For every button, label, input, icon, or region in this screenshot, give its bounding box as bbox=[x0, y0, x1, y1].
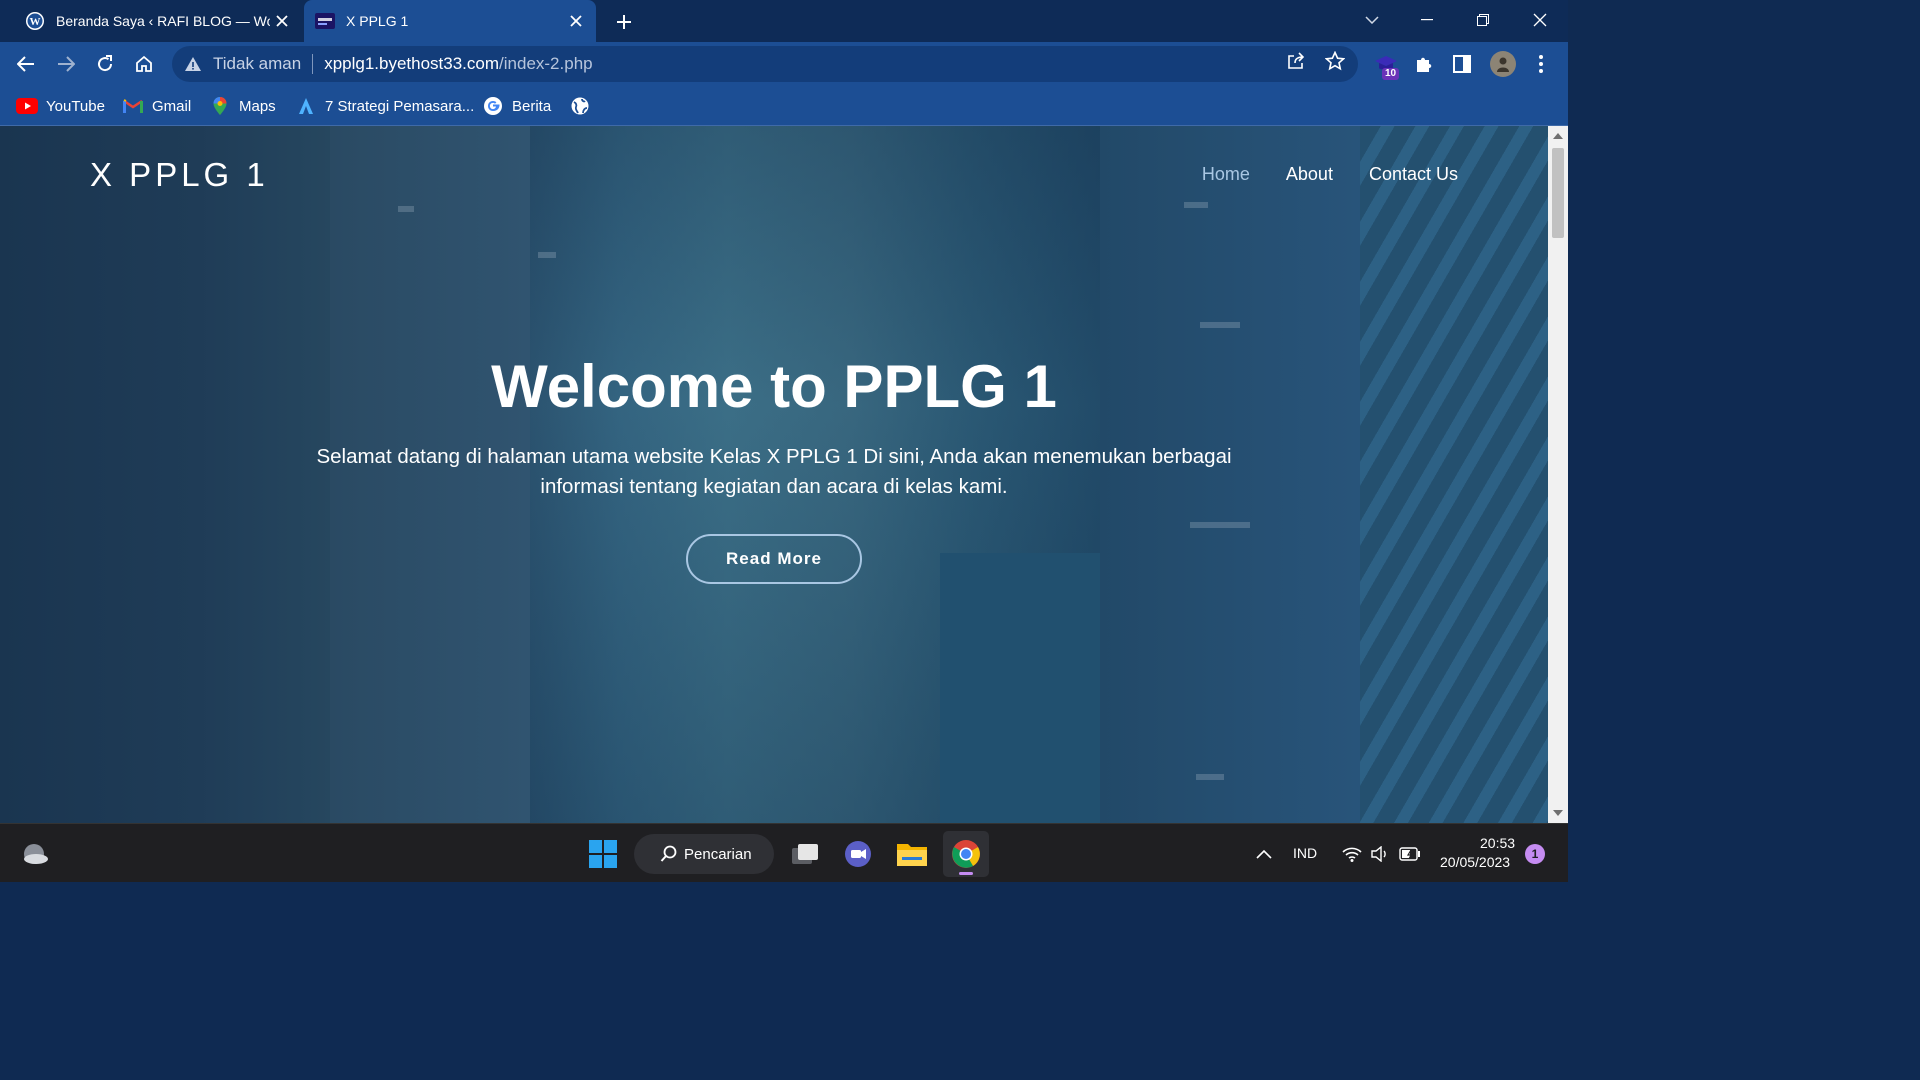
site-logo[interactable]: X PPLG 1 bbox=[90, 156, 269, 194]
window-light bbox=[538, 252, 556, 258]
bookmark-label: Gmail bbox=[152, 97, 192, 115]
search-icon bbox=[660, 845, 678, 863]
bookmarks-bar: YouTube Gmail Maps 7 Strategi Pemasara..… bbox=[0, 86, 1568, 126]
nav-about[interactable]: About bbox=[1286, 164, 1333, 185]
tab-strip: W Beranda Saya ‹ RAFI BLOG — WordPress X… bbox=[0, 0, 1568, 42]
start-icon[interactable] bbox=[580, 831, 626, 877]
tab-search-icon[interactable] bbox=[1350, 0, 1394, 40]
bookmark-label: Maps bbox=[239, 97, 276, 115]
weather-icon[interactable] bbox=[12, 831, 58, 877]
scroll-thumb[interactable] bbox=[1552, 148, 1564, 238]
warning-icon[interactable] bbox=[184, 56, 204, 72]
chrome-taskbar-icon[interactable] bbox=[943, 831, 989, 877]
active-indicator bbox=[959, 872, 973, 875]
globe-icon bbox=[569, 95, 591, 117]
bookmark-label: Berita bbox=[512, 97, 552, 115]
scroll-up-icon[interactable] bbox=[1553, 133, 1563, 139]
close-tab-icon[interactable] bbox=[270, 9, 294, 33]
building-left bbox=[0, 126, 330, 823]
file-explorer-icon[interactable] bbox=[889, 831, 935, 877]
read-more-button[interactable]: Read More bbox=[686, 534, 862, 584]
tab-x-pplg-1[interactable]: X PPLG 1 bbox=[304, 0, 596, 42]
profile-avatar[interactable] bbox=[1490, 51, 1516, 77]
extensions-puzzle-icon[interactable] bbox=[1408, 48, 1440, 80]
bookmark-label: YouTube bbox=[46, 97, 105, 115]
forward-icon[interactable] bbox=[50, 48, 82, 80]
back-icon[interactable] bbox=[10, 48, 42, 80]
svg-text:W: W bbox=[30, 16, 41, 28]
minimize-icon[interactable] bbox=[1405, 0, 1449, 40]
notification-badge[interactable]: 1 bbox=[1525, 844, 1545, 864]
reload-icon[interactable] bbox=[89, 48, 121, 80]
new-tab-icon[interactable] bbox=[610, 8, 638, 36]
building-right-low bbox=[940, 553, 1100, 823]
bookmark-label: 7 Strategi Pemasara... bbox=[325, 97, 475, 115]
window-light bbox=[1190, 522, 1250, 528]
security-label[interactable]: Tidak aman bbox=[213, 54, 301, 74]
side-panel-icon[interactable] bbox=[1446, 48, 1478, 80]
home-icon[interactable] bbox=[128, 48, 160, 80]
clock-date[interactable]: 20/05/2023 bbox=[1440, 854, 1510, 870]
teams-chat-icon[interactable] bbox=[835, 831, 881, 877]
tray-overflow-icon[interactable] bbox=[1241, 831, 1287, 877]
url-host: xpplg1.byethost33.com bbox=[324, 54, 500, 73]
close-tab-icon[interactable] bbox=[564, 9, 588, 33]
language-indicator[interactable]: IND bbox=[1293, 845, 1317, 861]
nav-home[interactable]: Home bbox=[1202, 164, 1250, 185]
window-light bbox=[1184, 202, 1208, 208]
google-icon bbox=[482, 95, 504, 117]
url-path: /index-2.php bbox=[499, 54, 593, 73]
bookmark-a-icon bbox=[295, 95, 317, 117]
hero-text: Selamat datang di halaman utama website … bbox=[316, 445, 1232, 498]
site-nav: Home About Contact Us bbox=[1202, 164, 1458, 185]
bookmark-berita[interactable]: Berita bbox=[482, 94, 551, 118]
building-right-glass bbox=[1360, 126, 1548, 823]
nav-contact-us[interactable]: Contact Us bbox=[1369, 164, 1458, 185]
task-view-icon[interactable] bbox=[782, 831, 828, 877]
bookmark-star-icon[interactable] bbox=[1324, 50, 1346, 72]
tab-title: X PPLG 1 bbox=[346, 13, 409, 29]
extension-badge: 10 bbox=[1382, 68, 1400, 80]
page-viewport: X PPLG 1 Home About Contact Us Welcome t… bbox=[0, 126, 1548, 823]
youtube-icon bbox=[16, 95, 38, 117]
search-label: Pencarian bbox=[684, 845, 752, 863]
taskbar-search[interactable]: Pencarian bbox=[634, 834, 774, 874]
hero-title: Welcome to PPLG 1 bbox=[491, 353, 1057, 420]
browser-toolbar: Tidak aman xpplg1.byethost33.com/index-2… bbox=[0, 42, 1568, 86]
bookmark-globe[interactable] bbox=[569, 94, 599, 118]
window-light bbox=[1200, 322, 1240, 328]
bookmark-gmail[interactable]: Gmail bbox=[122, 94, 191, 118]
bookmark-youtube[interactable]: YouTube bbox=[16, 94, 105, 118]
share-icon[interactable] bbox=[1285, 50, 1307, 72]
more-menu-icon[interactable] bbox=[1525, 48, 1557, 80]
omnibox-separator bbox=[312, 54, 314, 74]
restore-icon[interactable] bbox=[1461, 0, 1505, 40]
clock-time[interactable]: 20:53 bbox=[1480, 835, 1515, 851]
address-bar[interactable]: Tidak aman xpplg1.byethost33.com/index-2… bbox=[172, 46, 1358, 82]
gmail-icon bbox=[122, 95, 144, 117]
page-scrollbar[interactable] bbox=[1548, 126, 1568, 823]
site-icon bbox=[314, 10, 336, 32]
wordpress-icon: W bbox=[24, 10, 46, 32]
close-window-icon[interactable] bbox=[1518, 0, 1562, 40]
bookmark-strategi[interactable]: 7 Strategi Pemasara... bbox=[295, 94, 474, 118]
tab-wordpress[interactable]: W Beranda Saya ‹ RAFI BLOG — WordPress bbox=[14, 0, 302, 42]
battery-icon[interactable] bbox=[1388, 831, 1432, 877]
windows-taskbar: Pencarian IND 20:53 20/05/2023 1 bbox=[0, 823, 1568, 882]
maps-icon bbox=[209, 95, 231, 117]
scroll-down-icon[interactable] bbox=[1553, 810, 1563, 816]
bookmark-maps[interactable]: Maps bbox=[209, 94, 276, 118]
tab-title: Beranda Saya ‹ RAFI BLOG — WordPress bbox=[56, 13, 270, 29]
window-light bbox=[398, 206, 414, 212]
window-light bbox=[1196, 774, 1224, 780]
